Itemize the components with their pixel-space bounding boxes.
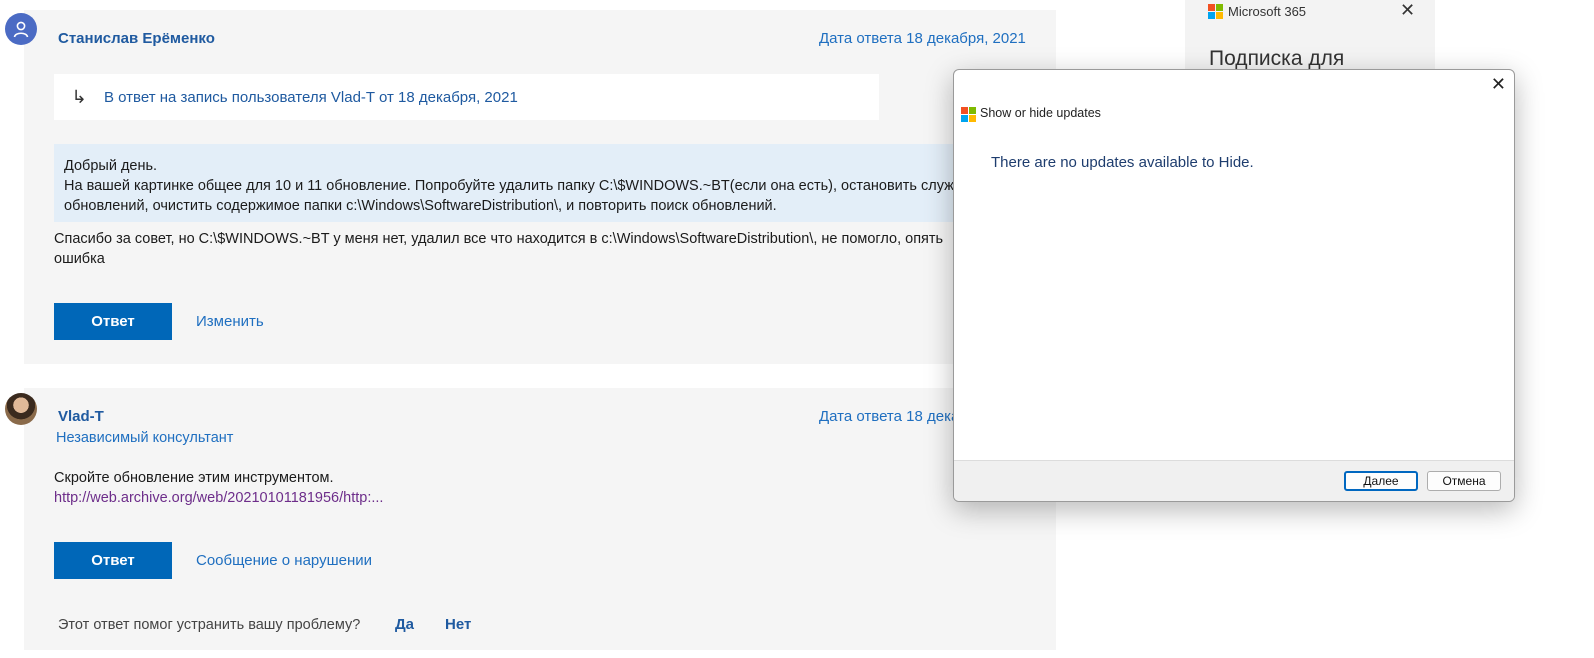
quote-line: обновлений, очистить содержимое папки c:… [64,198,777,214]
dialog-title: Show or hide updates [980,106,1101,120]
report-abuse-link[interactable]: Сообщение о нарушении [196,552,372,569]
reply-body: Спасибо за совет, но C:\$WINDOWS.~BT у м… [54,229,943,269]
microsoft-logo-icon [961,107,976,122]
author-name[interactable]: Vlad-T [58,408,104,425]
author-name[interactable]: Станислав Ерёменко [58,30,215,47]
dialog-footer: Далее Отмена [954,460,1514,501]
panel-brand: Microsoft 365 [1228,4,1307,19]
panel-subtitle: Подписка для [1209,47,1345,70]
reply-card-2 [24,388,1056,650]
reply-arrow-icon: ↳ [71,86,87,107]
user-avatar-icon [5,13,37,45]
reply-button[interactable]: Ответ [54,303,172,340]
quote-line: На вашей картинке общее для 10 и 11 обно… [64,178,954,194]
author-role: Независимый консультант [56,430,234,446]
helpful-question: Этот ответ помог устранить вашу проблему… [58,617,361,633]
in-reply-to-link[interactable]: В ответ на запись пользователя Vlad-T от… [104,89,518,106]
body-line: ошибка [54,251,105,267]
close-icon[interactable]: ✕ [1491,74,1506,95]
close-icon[interactable]: ✕ [1400,0,1415,21]
quote-line: Добрый день. [64,158,158,174]
cancel-button[interactable]: Отмена [1427,471,1501,491]
quoted-text: Добрый день. На вашей картинке общее для… [54,144,954,222]
body-line: Спасибо за совет, но C:\$WINDOWS.~BT у м… [54,231,944,247]
dialog-message: There are no updates available to Hide. [991,154,1254,171]
helpful-yes-button[interactable]: Да [395,616,414,633]
avatar [5,393,37,425]
show-hide-updates-dialog: ✕ Show or hide updates There are no upda… [953,69,1515,502]
body-line: Скройте обновление этим инструментом. [54,470,334,486]
in-reply-to-box[interactable]: ↳ В ответ на запись пользователя Vlad-T … [54,74,879,120]
edit-link[interactable]: Изменить [196,313,264,330]
microsoft-logo-icon [1208,4,1223,19]
archive-link[interactable]: http://web.archive.org/web/2021010118195… [54,488,383,508]
helpful-no-button[interactable]: Нет [445,616,471,633]
reply-date: Дата ответа 18 декабря, 2021 [819,30,1026,47]
next-button[interactable]: Далее [1344,471,1418,491]
reply-body: Скройте обновление этим инструментом. ht… [54,468,383,508]
reply-button[interactable]: Ответ [54,542,172,579]
